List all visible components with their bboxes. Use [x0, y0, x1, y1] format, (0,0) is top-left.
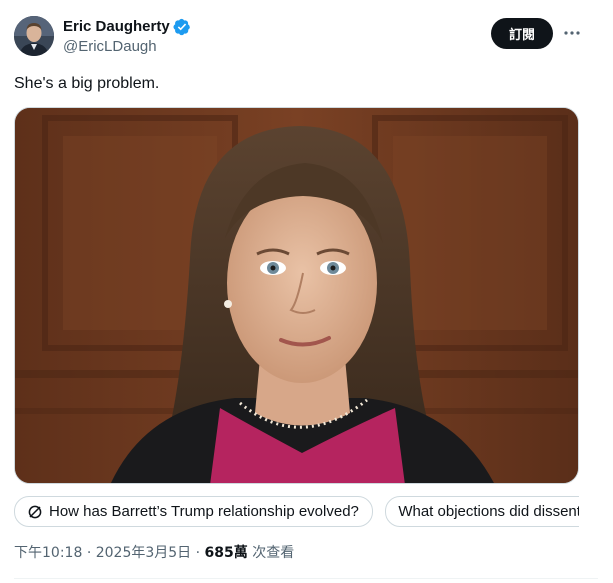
views-count[interactable]: 685萬: [205, 545, 248, 561]
tweet-photo[interactable]: [14, 107, 579, 484]
avatar[interactable]: [14, 16, 54, 56]
author-handle[interactable]: @EricLDaugh: [63, 37, 191, 57]
meta-separator: ·: [195, 545, 201, 561]
tweet-text: She's a big problem.: [14, 75, 160, 92]
grok-suggestions: How has Barrett’s Trump relationship evo…: [14, 496, 579, 527]
tweet-meta: 下午10:18 · 2025年3月5日 · 685萬 次查看: [14, 543, 294, 563]
views-label: 次查看: [252, 545, 295, 561]
meta-separator: ·: [86, 545, 92, 561]
more-horizontal-icon[interactable]: [561, 22, 583, 44]
tweet-time[interactable]: 下午10:18: [14, 545, 82, 561]
verified-badge-icon[interactable]: [173, 18, 191, 36]
portrait-image: [15, 108, 578, 483]
tweet-date[interactable]: 2025年3月5日: [96, 545, 191, 561]
author-display-name[interactable]: Eric Daugherty: [63, 17, 170, 37]
tweet-header: Eric Daugherty @EricLDaugh 訂閱: [14, 16, 598, 58]
divider: [14, 578, 598, 579]
grok-icon: [27, 504, 43, 520]
subscribe-button[interactable]: 訂閱: [491, 18, 553, 49]
suggestion-label-1: How has Barrett’s Trump relationship evo…: [49, 503, 359, 520]
suggestion-label-2: What objections did dissenters raise?: [398, 503, 579, 520]
suggestion-chip-1[interactable]: How has Barrett’s Trump relationship evo…: [14, 496, 373, 527]
author-info: Eric Daugherty @EricLDaugh: [63, 17, 191, 57]
suggestion-chip-2[interactable]: What objections did dissenters raise?: [385, 496, 579, 527]
avatar-image: [14, 16, 54, 56]
